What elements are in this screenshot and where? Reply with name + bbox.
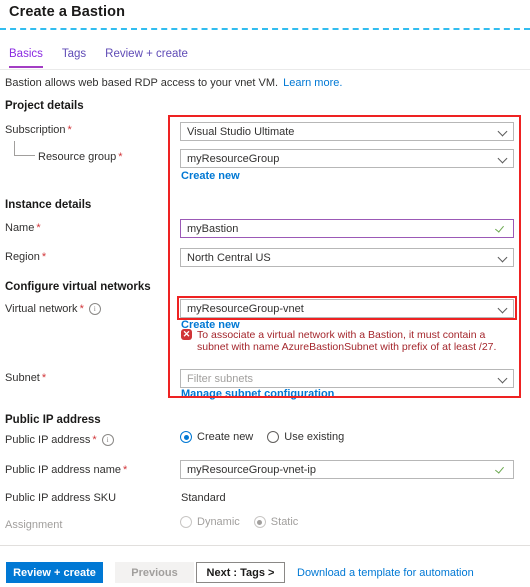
next-tags-button[interactable]: Next : Tags > [196, 562, 285, 583]
error-x-icon: ✕ [181, 329, 192, 340]
label-virtual-network: Virtual network * i [5, 303, 101, 315]
subnet-placeholder: Filter subnets [187, 372, 254, 385]
learn-more-link[interactable]: Learn more. [283, 77, 342, 89]
tree-connector [14, 141, 35, 156]
section-heading-public-ip-address: Public IP address [5, 414, 101, 426]
download-template-link[interactable]: Download a template for automation [297, 567, 474, 579]
public-ip-address-name-value: myResourceGroup-vnet-ip [187, 463, 316, 476]
footer-action-bar: Review + create Previous Next : Tags > D… [6, 562, 474, 583]
label-assignment-text: Assignment [5, 519, 63, 531]
valid-check-icon [496, 223, 507, 234]
radio-dynamic: Dynamic [180, 516, 240, 528]
assignment-radio-group: Dynamic Static [180, 516, 312, 528]
public-ip-address-name-input[interactable]: myResourceGroup-vnet-ip [180, 460, 514, 479]
label-public-ip-address-sku-text: Public IP address SKU [5, 492, 117, 504]
virtual-network-error-message: ✕ To associate a virtual network with a … [181, 329, 511, 353]
radio-dot-icon [267, 431, 280, 443]
radio-use-existing-label: Use existing [284, 431, 345, 443]
radio-dot-icon [253, 516, 266, 528]
name-value: myBastion [187, 222, 239, 235]
label-resource-group-text: Resource group [38, 151, 117, 163]
tab-basics[interactable]: Basics [9, 48, 43, 68]
tab-tags[interactable]: Tags [62, 48, 86, 66]
label-region-text: Region [5, 251, 40, 263]
radio-use-existing[interactable]: Use existing [267, 431, 344, 443]
region-value: North Central US [187, 251, 271, 264]
label-public-ip-address-text: Public IP address [5, 434, 91, 446]
virtual-network-dropdown[interactable]: myResourceGroup-vnet [180, 299, 514, 318]
chevron-down-icon [498, 127, 507, 136]
tab-bar-divider [0, 69, 530, 70]
required-asterisk: * [122, 464, 128, 476]
chevron-down-icon [498, 253, 507, 262]
required-asterisk: * [41, 372, 47, 384]
radio-create-new[interactable]: Create new [180, 431, 253, 443]
required-asterisk: * [79, 303, 84, 315]
label-public-ip-address: Public IP address * i [5, 434, 114, 446]
valid-check-icon [496, 464, 507, 475]
section-heading-instance-details: Instance details [5, 199, 92, 211]
radio-dynamic-label: Dynamic [197, 516, 240, 528]
resource-group-create-new-link[interactable]: Create new [181, 170, 240, 182]
required-asterisk: * [41, 251, 47, 263]
virtual-network-error-text: To associate a virtual network with a Ba… [197, 329, 497, 353]
label-public-ip-address-name-text: Public IP address name [5, 464, 121, 476]
required-asterisk: * [118, 151, 123, 163]
tab-bar: Basics Tags Review + create [9, 48, 207, 68]
label-subscription-text: Subscription [5, 124, 66, 136]
public-ip-address-radio-group: Create new Use existing [180, 431, 358, 443]
section-heading-project-details: Project details [5, 100, 84, 112]
radio-static-label: Static [270, 516, 299, 528]
virtual-network-value: myResourceGroup-vnet [187, 302, 304, 315]
radio-static: Static [253, 516, 299, 528]
label-public-ip-address-name: Public IP address name * [5, 464, 127, 476]
label-public-ip-address-sku: Public IP address SKU [5, 492, 116, 504]
chevron-down-icon [498, 374, 507, 383]
label-assignment: Assignment [5, 519, 62, 531]
chevron-down-icon [498, 154, 507, 163]
intro-text: Bastion allows web based RDP access to y… [5, 77, 279, 89]
chevron-down-icon [498, 304, 507, 313]
section-heading-configure-virtual-networks: Configure virtual networks [5, 281, 151, 293]
previous-button: Previous [115, 562, 194, 583]
label-subnet-text: Subnet [5, 372, 40, 384]
label-name-text: Name [5, 222, 35, 234]
label-resource-group: Resource group * [38, 151, 123, 163]
radio-dot-icon [180, 516, 192, 528]
resource-group-dropdown[interactable]: myResourceGroup [180, 149, 514, 168]
info-icon[interactable]: i [101, 434, 114, 446]
name-input[interactable]: myBastion [180, 219, 514, 238]
required-asterisk: * [92, 434, 97, 446]
subnet-dropdown[interactable]: Filter subnets [180, 369, 514, 388]
footer-divider [0, 545, 530, 546]
subscription-value: Visual Studio Ultimate [187, 125, 295, 138]
tab-review-create[interactable]: Review + create [105, 48, 188, 66]
manage-subnet-configuration-link[interactable]: Manage subnet configuration [181, 388, 334, 400]
radio-dot-icon [180, 431, 192, 443]
label-virtual-network-text: Virtual network [5, 303, 78, 315]
region-dropdown[interactable]: North Central US [180, 248, 514, 267]
label-name: Name * [5, 222, 41, 234]
label-region: Region * [5, 251, 46, 263]
label-subnet: Subnet * [5, 372, 46, 384]
required-asterisk: * [36, 222, 41, 234]
page-title: Create a Bastion [9, 4, 126, 20]
review-create-button[interactable]: Review + create [6, 562, 103, 583]
subscription-dropdown[interactable]: Visual Studio Ultimate [180, 122, 514, 141]
resource-group-value: myResourceGroup [187, 152, 280, 165]
info-icon[interactable]: i [88, 303, 101, 315]
header-divider [0, 28, 530, 30]
intro-text-row: Bastion allows web based RDP access to y… [5, 77, 342, 89]
label-subscription: Subscription * [5, 124, 72, 136]
public-ip-address-sku-value: Standard [181, 492, 226, 504]
radio-create-new-label: Create new [197, 431, 254, 443]
required-asterisk: * [67, 124, 72, 136]
